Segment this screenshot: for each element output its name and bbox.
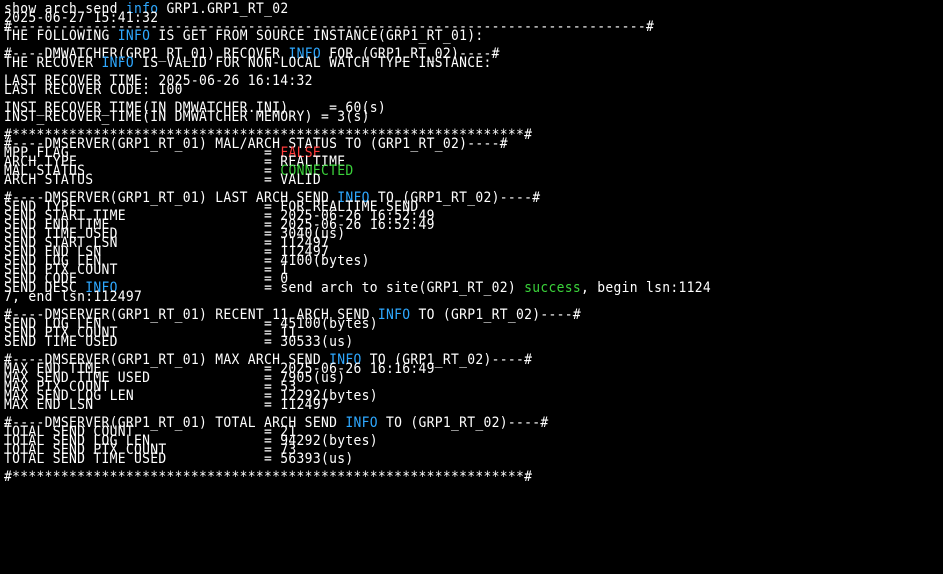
line-text: #***************************************…: [4, 468, 533, 486]
terminal-line: #***************************************…: [4, 470, 943, 484]
terminal-output: show arch send info GRP1.GRP1_RT_02 2025-…: [4, 2, 943, 484]
terminal-window[interactable]: show arch send info GRP1.GRP1_RT_02 2025-…: [0, 0, 943, 577]
